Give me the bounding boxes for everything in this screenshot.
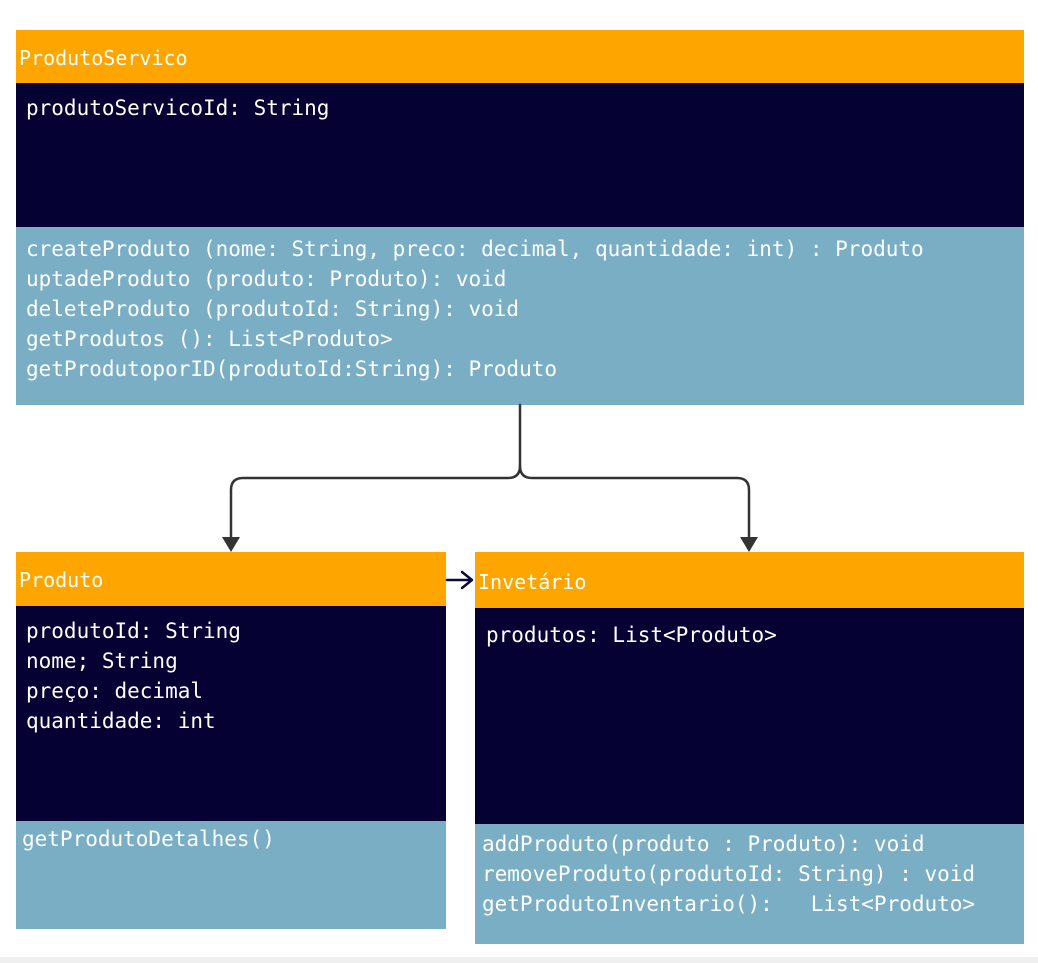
attribute: nome; String bbox=[26, 649, 178, 673]
attribute: produtos: List<Produto> bbox=[486, 623, 777, 647]
class-name: Invetário bbox=[475, 552, 1024, 608]
connector-servico-to-inventario bbox=[518, 464, 751, 542]
method: getProdutoporID(produtoId:String): Produ… bbox=[26, 357, 558, 381]
attributes-section: produtoId: String nome; String preço: de… bbox=[16, 606, 446, 821]
methods-section: getProdutoDetalhes() bbox=[16, 821, 446, 929]
methods-section: addProduto(produto : Produto): void remo… bbox=[475, 824, 1024, 944]
class-name: Produto bbox=[16, 552, 446, 606]
arrowhead-down-icon bbox=[222, 537, 240, 552]
method: createProduto (nome: String, preco: deci… bbox=[26, 237, 924, 261]
uml-diagram: ProdutoServico produtoServicoId: String … bbox=[0, 0, 1038, 963]
class-produto-servico[interactable]: ProdutoServico produtoServicoId: String … bbox=[16, 30, 1024, 405]
method: getProdutoInventario(): List<Produto> bbox=[482, 892, 976, 916]
class-produto[interactable]: Produto produtoId: String nome; String p… bbox=[16, 552, 446, 929]
methods-section: createProduto (nome: String, preco: deci… bbox=[16, 227, 1024, 405]
arrowhead-down-icon bbox=[740, 537, 758, 552]
class-name: ProdutoServico bbox=[16, 30, 1024, 83]
attribute: quantidade: int bbox=[26, 709, 216, 733]
attributes-section: produtoServicoId: String bbox=[16, 83, 1024, 227]
method: removeProduto(produtoId: String) : void bbox=[482, 862, 976, 886]
method: addProduto(produto : Produto): void bbox=[482, 832, 925, 856]
method: getProdutoDetalhes() bbox=[22, 827, 275, 851]
attribute: produtoId: String bbox=[26, 619, 241, 643]
class-inventario[interactable]: Invetário produtos: List<Produto> addPro… bbox=[475, 552, 1024, 944]
method: deleteProduto (produtoId: String): void bbox=[26, 297, 520, 321]
attribute: produtoServicoId: String bbox=[26, 96, 330, 120]
method: getProdutos (): List<Produto> bbox=[26, 327, 393, 351]
attribute: preço: decimal bbox=[26, 679, 204, 703]
connector-servico-to-produto bbox=[229, 403, 522, 542]
association-arrow-icon bbox=[445, 570, 474, 590]
method: uptadeProduto (produto: Produto): void bbox=[26, 267, 507, 291]
bottom-strip bbox=[0, 957, 1038, 963]
attributes-section: produtos: List<Produto> bbox=[475, 608, 1024, 824]
